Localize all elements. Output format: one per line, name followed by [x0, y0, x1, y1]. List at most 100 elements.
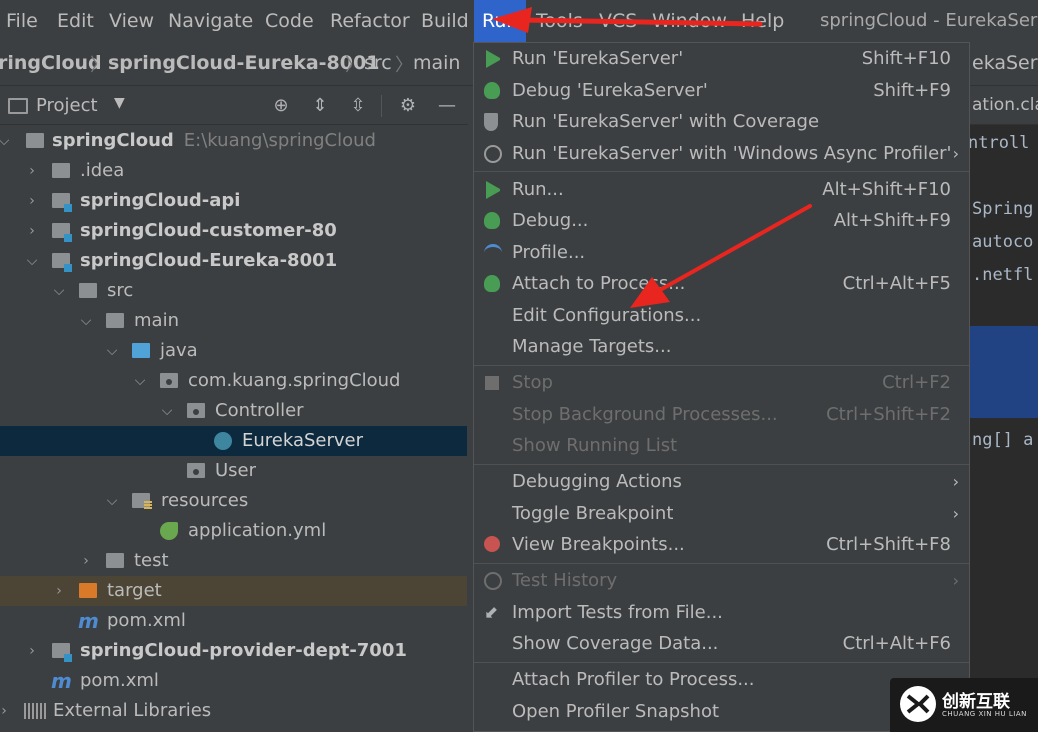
- tree-row[interactable]: › target: [0, 576, 467, 606]
- chevron-down-icon[interactable]: ▼: [114, 95, 125, 111]
- tree-label: application.yml: [188, 520, 327, 541]
- menu-item-stop[interactable]: Stop Ctrl+F2: [474, 367, 969, 398]
- menu-window[interactable]: Window: [652, 8, 727, 34]
- tree-row[interactable]: ⌵ src: [0, 276, 467, 306]
- gear-icon[interactable]: ⚙: [397, 95, 419, 116]
- menu-item-profile[interactable]: Profile...: [474, 237, 969, 268]
- chevron-right-icon[interactable]: ›: [24, 156, 40, 186]
- menu-edit[interactable]: Edit: [57, 8, 94, 34]
- module-folder-icon: [26, 133, 44, 148]
- tree-row[interactable]: m pom.xml: [0, 606, 467, 636]
- menu-item-run-config[interactable]: Run 'EurekaServer' Shift+F10: [474, 43, 969, 74]
- tree-row[interactable]: ⌵ com.kuang.springCloud: [0, 366, 467, 396]
- menu-item-view-breakpoints[interactable]: View Breakpoints... Ctrl+Shift+F8: [474, 529, 969, 560]
- tree-row[interactable]: › test: [0, 546, 467, 576]
- breadcrumb-item[interactable]: ekaServ: [972, 52, 1038, 74]
- tree-label: java: [160, 340, 198, 361]
- menu-item-test-history[interactable]: Test History ›: [474, 565, 969, 596]
- tree-row[interactable]: ⌵ java: [0, 336, 467, 366]
- menu-file[interactable]: File: [6, 8, 38, 34]
- menu-build[interactable]: Build: [421, 8, 469, 34]
- menu-item-debug-config[interactable]: Debug 'EurekaServer' Shift+F9: [474, 75, 969, 106]
- tree-row[interactable]: ⌵ resources: [0, 486, 467, 516]
- tree-row[interactable]: › External Libraries: [0, 696, 467, 726]
- hide-icon[interactable]: —: [436, 95, 458, 116]
- locate-icon[interactable]: ⊕: [270, 95, 292, 116]
- tree-row[interactable]: ⌵ springCloud E:\kuang\springCloud: [0, 126, 467, 156]
- chevron-right-icon[interactable]: ›: [24, 216, 40, 246]
- chevron-down-icon[interactable]: ⌵: [132, 366, 148, 396]
- breadcrumb-item[interactable]: main: [413, 52, 460, 74]
- gauge-icon: [484, 244, 502, 262]
- chevron-right-icon[interactable]: ›: [0, 696, 12, 726]
- menu-item-run-with-profiler[interactable]: Run 'EurekaServer' with 'Windows Async P…: [474, 138, 969, 169]
- menu-code[interactable]: Code: [265, 8, 314, 34]
- tree-row[interactable]: ⌵ main: [0, 306, 467, 336]
- menu-item-toggle-breakpoint[interactable]: Toggle Breakpoint ›: [474, 498, 969, 529]
- chevron-down-icon[interactable]: ⌵: [159, 396, 175, 426]
- tree-label: test: [134, 550, 169, 571]
- menu-item-import-tests[interactable]: ⬋ Import Tests from File...: [474, 597, 969, 628]
- stop-icon: [485, 376, 499, 390]
- breadcrumb-item[interactable]: springCloud-Eureka-8001: [108, 52, 379, 74]
- chevron-right-icon[interactable]: ›: [78, 546, 94, 576]
- menu-run[interactable]: Run: [474, 0, 527, 42]
- project-title[interactable]: Project: [36, 95, 98, 116]
- tree-label: External Libraries: [53, 700, 212, 721]
- menu-item-label: Open Profiler Snapshot: [512, 701, 720, 722]
- tree-row[interactable]: ⌵ Controller: [0, 396, 467, 426]
- menu-item-run-with-coverage[interactable]: Run 'EurekaServer' with Coverage: [474, 106, 969, 137]
- tree-row[interactable]: › springCloud-provider-dept-7001: [0, 636, 467, 666]
- resources-badge-icon: [144, 501, 152, 509]
- menu-item-manage-targets[interactable]: Manage Targets...: [474, 331, 969, 362]
- tree-row[interactable]: User: [0, 456, 467, 486]
- chevron-right-icon[interactable]: ›: [24, 636, 40, 666]
- debug-icon: [484, 212, 500, 229]
- run-menu-dropdown: Run 'EurekaServer' Shift+F10 Debug 'Eure…: [473, 42, 970, 732]
- menu-help[interactable]: Help: [741, 8, 784, 34]
- menu-tools[interactable]: Tools: [536, 8, 583, 34]
- menu-refactor[interactable]: Refactor: [330, 8, 410, 34]
- module-badge-icon: [64, 234, 72, 242]
- run-icon: [486, 50, 504, 68]
- chevron-down-icon[interactable]: ⌵: [104, 486, 120, 516]
- chevron-down-icon[interactable]: ⌵: [0, 126, 12, 156]
- menu-navigate[interactable]: Navigate: [168, 8, 253, 34]
- menu-vcs[interactable]: VCS: [599, 8, 637, 34]
- menu-item-label: Show Coverage Data...: [512, 633, 719, 654]
- menu-item-edit-configurations[interactable]: Edit Configurations...: [474, 300, 969, 331]
- breadcrumb-separator-icon: 〉: [345, 55, 363, 76]
- menu-view[interactable]: View: [109, 8, 154, 34]
- editor-tab[interactable]: ation.clas: [968, 87, 1038, 125]
- chevron-right-icon[interactable]: ›: [51, 576, 67, 606]
- menu-item-run[interactable]: Run... Alt+Shift+F10: [474, 174, 969, 205]
- tree-row[interactable]: › springCloud-customer-80: [0, 216, 467, 246]
- menu-item-debugging-actions[interactable]: Debugging Actions ›: [474, 466, 969, 497]
- breadcrumb-item[interactable]: ringCloud: [0, 52, 102, 74]
- menu-separator: [474, 563, 969, 564]
- chevron-down-icon[interactable]: ⌵: [104, 336, 120, 366]
- chevron-down-icon[interactable]: ⌵: [51, 276, 67, 306]
- menu-item-label: View Breakpoints...: [512, 534, 685, 555]
- chevron-down-icon[interactable]: ⌵: [78, 306, 94, 336]
- chevron-right-icon[interactable]: ›: [24, 186, 40, 216]
- chevron-down-icon[interactable]: ⌵: [24, 246, 40, 276]
- tree-row[interactable]: ⌵ springCloud-Eureka-8001: [0, 246, 467, 276]
- breadcrumb-item[interactable]: src: [364, 52, 392, 74]
- menu-item-show-coverage-data[interactable]: Show Coverage Data... Ctrl+Alt+F6: [474, 628, 969, 659]
- module-badge-icon: [64, 204, 72, 212]
- tree-row[interactable]: › .idea: [0, 156, 467, 186]
- code-line: .netfl: [972, 265, 1034, 285]
- tree-row[interactable]: application.yml: [0, 516, 467, 546]
- menu-item-attach-to-process[interactable]: Attach to Process... Ctrl+Alt+F5: [474, 268, 969, 299]
- menu-item-show-running-list[interactable]: Show Running List: [474, 430, 969, 461]
- breadcrumb-separator-icon: 〉: [395, 55, 413, 76]
- tree-row-selected[interactable]: EurekaServer: [0, 426, 467, 456]
- tree-row[interactable]: m pom.xml: [0, 666, 467, 696]
- tree-row[interactable]: › springCloud-api: [0, 186, 467, 216]
- collapse-all-icon[interactable]: ⇳: [347, 95, 369, 116]
- menu-item-stop-background[interactable]: Stop Background Processes... Ctrl+Shift+…: [474, 399, 969, 430]
- expand-all-icon[interactable]: ⇕: [309, 95, 331, 116]
- breakpoint-icon: [484, 536, 500, 552]
- menu-item-debug[interactable]: Debug... Alt+Shift+F9: [474, 205, 969, 236]
